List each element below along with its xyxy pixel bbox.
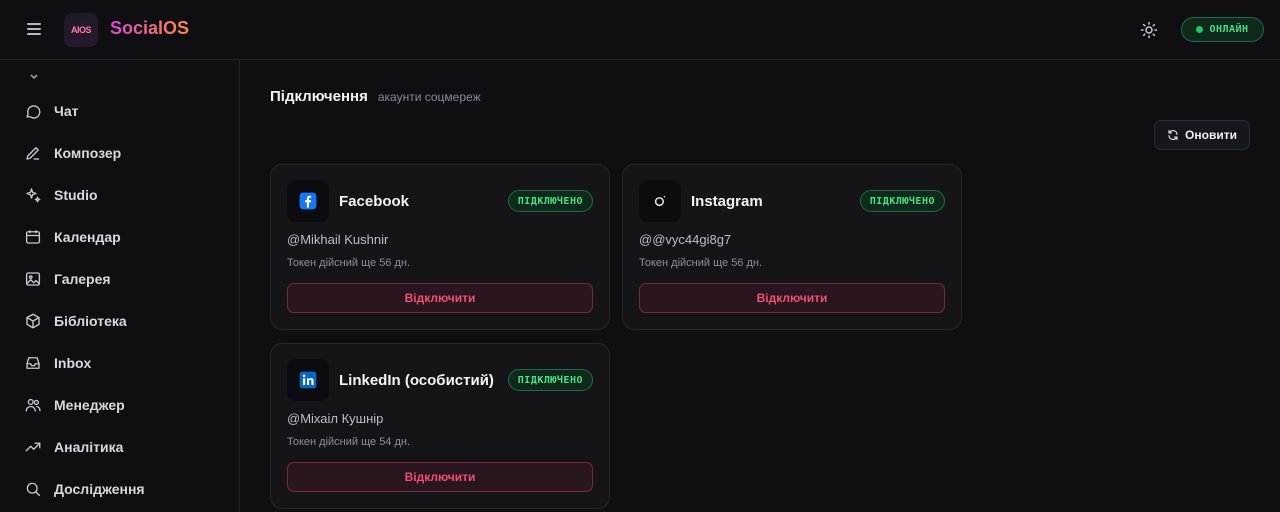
sun-icon[interactable] — [1140, 21, 1158, 39]
sidebar-item-calendar[interactable]: Календар — [14, 219, 226, 255]
connection-card-instagram: Instagram ПІДКЛЮЧЕНО @@vyc44gi8g7 Токен … — [622, 164, 962, 330]
box-icon — [26, 313, 40, 329]
facebook-icon — [287, 180, 329, 222]
sidebar-item-label: Календар — [54, 229, 121, 245]
brand-name[interactable]: SocialOS — [110, 18, 189, 39]
sidebar-item-label: Чат — [54, 103, 79, 119]
instagram-icon — [639, 180, 681, 222]
sidebar-item-analytics[interactable]: Аналітика — [14, 429, 226, 465]
logo-text: AIOS — [70, 25, 92, 35]
sidebar-item-label: Композер — [54, 145, 122, 161]
connection-card-facebook: Facebook ПІДКЛЮЧЕНО @Mikhail Kushnir Ток… — [270, 164, 610, 330]
sidebar-item-label: Аналітика — [54, 439, 124, 455]
refresh-label: Оновити — [1185, 128, 1237, 142]
online-status-label: ОНЛАЙН — [1209, 24, 1249, 35]
status-badge: ПІДКЛЮЧЕНО — [859, 190, 945, 212]
sidebar-item-research[interactable]: Дослідження — [14, 471, 226, 507]
status-badge: ПІДКЛЮЧЕНО — [507, 190, 593, 212]
app-logo[interactable]: AIOS — [64, 13, 98, 47]
users-icon — [25, 398, 41, 412]
inbox-icon — [26, 357, 40, 369]
card-title: Instagram — [691, 193, 763, 210]
chevron-down-icon[interactable] — [28, 68, 40, 80]
refresh-icon — [1168, 129, 1178, 141]
account-handle: @@vyc44gi8g7 — [639, 232, 732, 247]
chat-icon — [26, 105, 41, 119]
sidebar-item-studio[interactable]: Studio — [14, 177, 226, 213]
disconnect-button[interactable]: Відключити — [287, 283, 593, 313]
account-handle: @Міхаіл Кушнір — [287, 411, 384, 426]
online-dot-icon — [1196, 26, 1204, 33]
sidebar-item-inbox[interactable]: Inbox — [14, 345, 226, 381]
sidebar-item-composer[interactable]: Композер — [14, 135, 226, 171]
sidebar-item-label: Дослідження — [54, 481, 145, 497]
sidebar-item-library[interactable]: Бібліотека — [14, 303, 226, 339]
sidebar-item-label: Inbox — [54, 355, 92, 371]
main-content: Підключення акаунти соцмереж Оновити Fac… — [240, 60, 1280, 512]
sparkles-icon — [26, 188, 41, 203]
sidebar-item-chat[interactable]: Чат — [14, 93, 226, 129]
pen-icon — [26, 147, 39, 160]
card-title: LinkedIn (особистий) — [339, 372, 494, 389]
sidebar-item-label: Бібліотека — [54, 313, 127, 329]
connection-card-linkedin: LinkedIn (особистий) ПІДКЛЮЧЕНО @Міхаіл … — [270, 343, 610, 509]
image-icon — [25, 272, 41, 286]
sidebar: Чат Композер Studio Календар Галерея Біб… — [0, 60, 240, 512]
sidebar-item-label: Галерея — [54, 271, 111, 287]
status-badge: ПІДКЛЮЧЕНО — [507, 369, 593, 391]
card-title: Facebook — [339, 193, 410, 210]
top-bar: AIOS SocialOS ОНЛАЙН — [0, 0, 1280, 60]
page-subtitle: акаунти соцмереж — [377, 90, 481, 104]
sidebar-item-gallery[interactable]: Галерея — [14, 261, 226, 297]
account-handle: @Mikhail Kushnir — [287, 232, 389, 247]
refresh-button[interactable]: Оновити — [1154, 120, 1250, 150]
linkedin-icon — [287, 359, 329, 401]
token-expiry: Токен дійсний ще 56 дн. — [639, 257, 763, 269]
online-status-badge: ОНЛАЙН — [1181, 17, 1264, 42]
search-icon — [26, 482, 41, 497]
disconnect-button[interactable]: Відключити — [287, 462, 593, 492]
sidebar-item-manager[interactable]: Менеджер — [14, 387, 226, 423]
page-heading: Підключення акаунти соцмереж — [270, 88, 481, 105]
page-title: Підключення — [270, 88, 368, 105]
sidebar-item-label: Studio — [54, 187, 98, 203]
calendar-icon — [25, 230, 41, 244]
disconnect-button[interactable]: Відключити — [639, 283, 945, 313]
token-expiry: Токен дійсний ще 54 дн. — [287, 436, 411, 448]
sidebar-item-label: Менеджер — [54, 397, 125, 413]
trending-icon — [25, 442, 41, 452]
menu-icon[interactable] — [24, 20, 44, 40]
token-expiry: Токен дійсний ще 56 дн. — [287, 257, 411, 269]
